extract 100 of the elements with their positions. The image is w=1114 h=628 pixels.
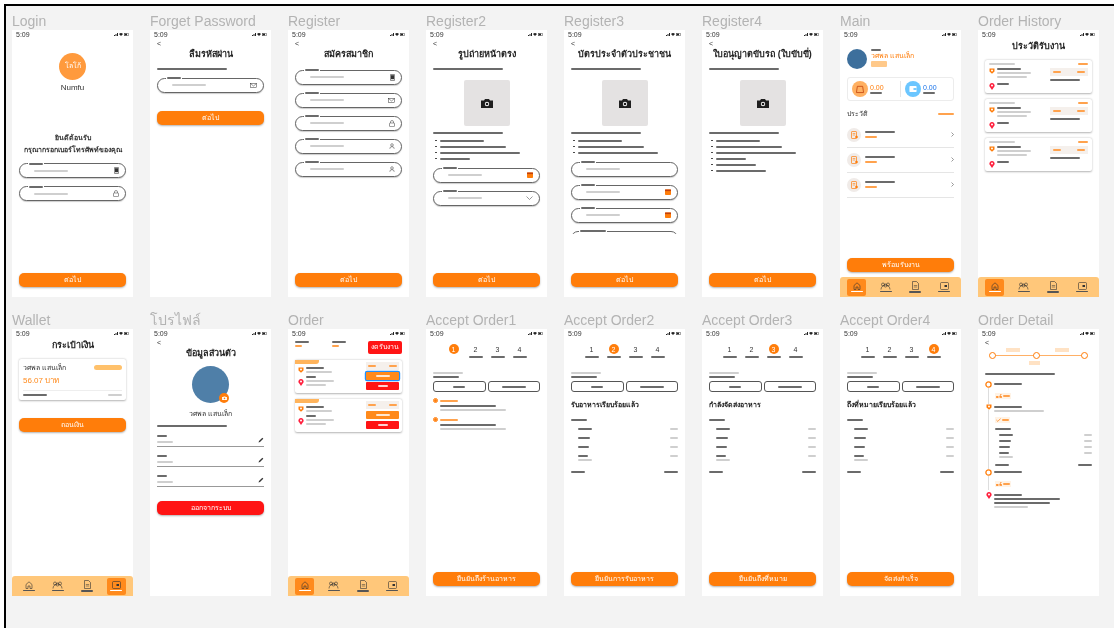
job-tag bbox=[295, 399, 319, 403]
illegible-text-line bbox=[157, 67, 227, 70]
frame-title: Accept Order3 bbox=[702, 311, 794, 329]
order-card[interactable] bbox=[985, 59, 1092, 93]
map-button[interactable] bbox=[847, 381, 900, 392]
illegible-text-line bbox=[305, 69, 319, 71]
illegible-text-line bbox=[443, 190, 457, 192]
profile-field[interactable] bbox=[157, 455, 264, 467]
illegible-text-line bbox=[985, 373, 1055, 375]
phone-icon bbox=[390, 73, 395, 81]
signal-icon bbox=[114, 332, 118, 335]
radio-button[interactable] bbox=[433, 398, 438, 403]
frame-title: Register2 bbox=[426, 12, 487, 30]
dropdown-caret-icon bbox=[526, 196, 533, 200]
nav-tab[interactable] bbox=[295, 577, 315, 595]
order-card[interactable] bbox=[985, 137, 1092, 171]
illegible-text-line bbox=[1050, 117, 1080, 120]
input-field[interactable] bbox=[433, 190, 540, 206]
illegible-text-line bbox=[584, 356, 599, 358]
input-field[interactable] bbox=[295, 69, 402, 85]
illegible-text-line bbox=[586, 168, 620, 170]
screen-title: บัตรประจำตัวประชาชน bbox=[577, 48, 672, 61]
profile-field[interactable] bbox=[157, 475, 264, 487]
signal-icon bbox=[804, 33, 808, 36]
job-details-button[interactable] bbox=[901, 381, 954, 392]
store-pin-icon bbox=[985, 404, 992, 410]
illegible-text-line bbox=[904, 356, 919, 358]
input-field[interactable] bbox=[295, 115, 402, 131]
input-field[interactable] bbox=[19, 186, 126, 201]
profile-field[interactable] bbox=[157, 435, 264, 447]
input-field[interactable] bbox=[295, 92, 402, 108]
nav-tab[interactable] bbox=[106, 577, 126, 595]
illegible-text-line bbox=[310, 76, 344, 78]
input-field[interactable] bbox=[19, 163, 126, 178]
wifi-icon bbox=[395, 332, 399, 335]
map-button[interactable] bbox=[709, 381, 762, 392]
illegible-text-line bbox=[940, 470, 954, 473]
home-icon bbox=[24, 580, 33, 589]
wifi-icon bbox=[119, 33, 123, 36]
camera-icon bbox=[756, 97, 769, 108]
illegible-text-line bbox=[994, 494, 1022, 496]
mail-icon bbox=[388, 97, 395, 103]
frame-title: Login bbox=[12, 12, 48, 30]
frame-title: Forget Password bbox=[150, 12, 257, 30]
upload-photo-box[interactable] bbox=[463, 79, 510, 126]
illegible-text-line bbox=[23, 394, 47, 396]
map-button[interactable] bbox=[571, 381, 624, 392]
job-details-button[interactable] bbox=[625, 381, 678, 392]
illegible-text-line bbox=[34, 192, 68, 195]
camera-badge[interactable] bbox=[219, 392, 229, 403]
wifi-icon bbox=[809, 33, 813, 36]
reject-job-button[interactable] bbox=[366, 421, 399, 429]
reject-job-button[interactable] bbox=[366, 382, 399, 390]
upload-photo-box[interactable] bbox=[601, 79, 648, 126]
frame-title: Register bbox=[288, 12, 342, 30]
camera-icon bbox=[618, 97, 631, 108]
illegible-text-line bbox=[581, 184, 595, 186]
illegible-text-line bbox=[577, 145, 644, 148]
illegible-text-line bbox=[715, 145, 782, 148]
illegible-text-line bbox=[571, 131, 641, 134]
battery-icon bbox=[1090, 33, 1095, 36]
job-details-button[interactable] bbox=[763, 381, 816, 392]
avatar-placeholder bbox=[192, 365, 229, 403]
map-button[interactable] bbox=[433, 381, 486, 392]
nav-tab[interactable] bbox=[847, 278, 867, 296]
input-field[interactable] bbox=[295, 138, 402, 154]
input-field[interactable] bbox=[295, 161, 402, 177]
calendar-icon bbox=[665, 189, 671, 195]
job-details-button[interactable] bbox=[487, 381, 540, 392]
signal-icon bbox=[390, 33, 394, 36]
battery-icon bbox=[538, 332, 543, 335]
illegible-text-line bbox=[578, 427, 592, 430]
illegible-text-line bbox=[440, 409, 506, 411]
illegible-text-line bbox=[938, 113, 954, 116]
home-icon bbox=[990, 281, 999, 290]
illegible-text-line bbox=[581, 161, 595, 163]
upload-photo-box[interactable] bbox=[739, 79, 786, 126]
illegible-text-line bbox=[994, 383, 1022, 385]
input-field[interactable] bbox=[571, 184, 678, 200]
illegible-text-line bbox=[577, 139, 622, 142]
input-field[interactable] bbox=[433, 167, 540, 183]
illegible-text-line bbox=[581, 207, 595, 209]
illegible-text-line bbox=[306, 380, 334, 382]
input-field[interactable] bbox=[571, 161, 678, 177]
illegible-text-line bbox=[108, 394, 122, 396]
illegible-text-line bbox=[295, 341, 309, 343]
illegible-text-line bbox=[443, 167, 457, 169]
input-field[interactable] bbox=[157, 77, 264, 93]
screen-title: ลืมรหัสผ่าน bbox=[187, 48, 234, 61]
illegible-text-line bbox=[847, 376, 873, 378]
map-pin-icon bbox=[298, 418, 304, 425]
person-icon bbox=[389, 143, 395, 149]
nav-tab[interactable] bbox=[985, 278, 1005, 296]
input-field[interactable] bbox=[571, 207, 678, 223]
illegible-text-line bbox=[865, 161, 877, 163]
money-bag-icon bbox=[852, 81, 868, 97]
illegible-text-line bbox=[306, 423, 326, 425]
order-card[interactable] bbox=[985, 98, 1092, 132]
radio-button[interactable] bbox=[433, 417, 438, 422]
signal-icon bbox=[252, 33, 256, 36]
